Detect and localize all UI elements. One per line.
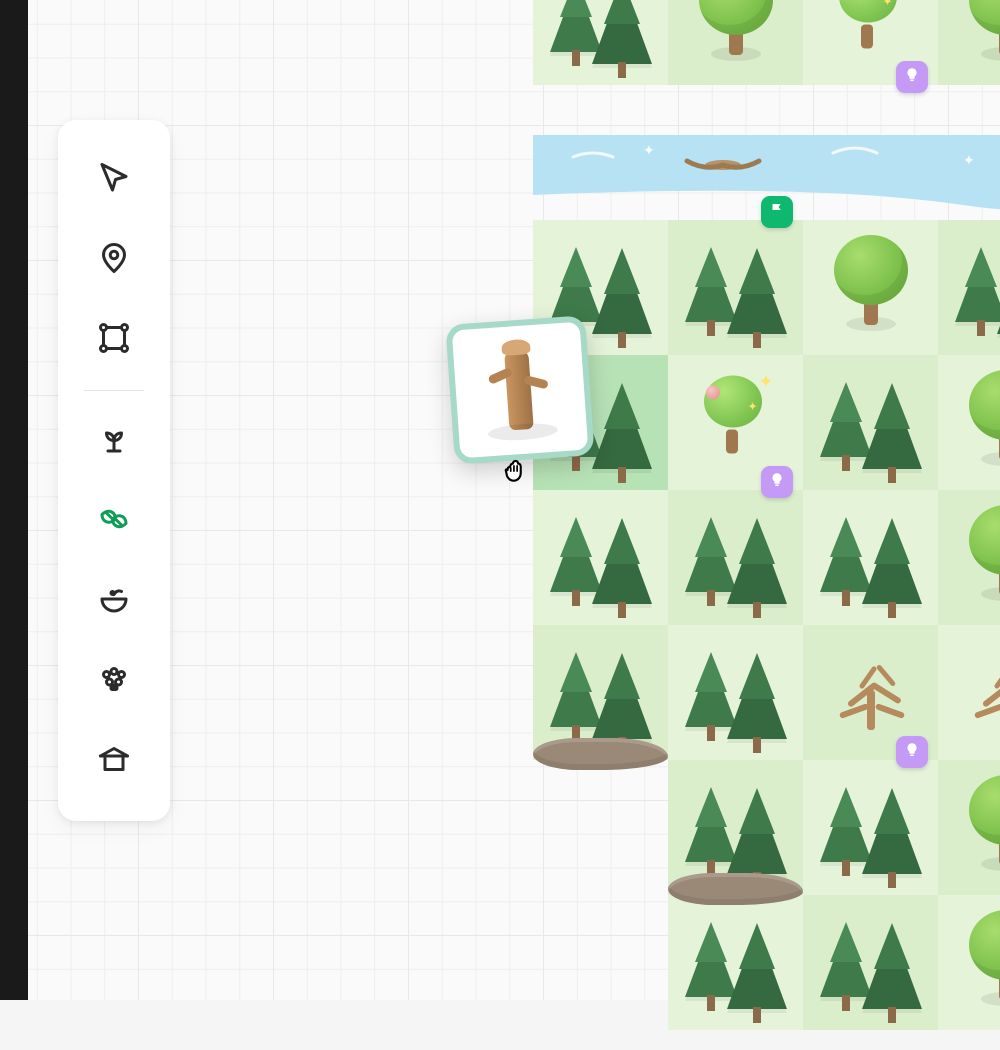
flag-icon	[768, 201, 786, 224]
map-tile[interactable]	[938, 0, 1000, 85]
map-tile[interactable]	[803, 220, 938, 355]
tool-shelter[interactable]	[78, 725, 150, 797]
map-tile[interactable]	[668, 895, 803, 1030]
map-tile[interactable]	[803, 760, 938, 895]
paw-icon	[96, 661, 132, 702]
shelter-icon	[96, 741, 132, 782]
pin-icon	[96, 240, 132, 281]
tool-shape[interactable]	[78, 304, 150, 376]
map-tile[interactable]	[938, 490, 1000, 625]
tool-leaves[interactable]	[78, 485, 150, 557]
app-left-strip	[0, 0, 28, 1000]
grabbing-cursor-icon	[498, 452, 532, 486]
map-tile[interactable]	[938, 895, 1000, 1030]
sprout-icon	[96, 421, 132, 462]
tool-paw[interactable]	[78, 645, 150, 717]
lightbulb-icon	[903, 741, 921, 764]
map-tile[interactable]	[938, 625, 1000, 760]
idea-badge[interactable]	[761, 466, 793, 498]
leaves-icon	[96, 501, 132, 542]
editor-canvas[interactable]: ✦✦✦✦✦✦	[28, 0, 1000, 1000]
map-tile[interactable]	[938, 220, 1000, 355]
tool-cursor[interactable]	[78, 144, 150, 216]
drag-preview-card[interactable]	[445, 315, 594, 464]
map-tile[interactable]	[803, 490, 938, 625]
idea-badge[interactable]	[896, 61, 928, 93]
flag-badge[interactable]	[761, 196, 793, 228]
map-tile[interactable]	[938, 760, 1000, 895]
mud-patch	[533, 738, 668, 770]
map-tile[interactable]	[668, 625, 803, 760]
lightbulb-icon	[768, 471, 786, 494]
toolbar-divider	[84, 390, 144, 391]
map-tile[interactable]	[668, 220, 803, 355]
tool-sprout[interactable]	[78, 405, 150, 477]
cursor-icon	[96, 160, 132, 201]
map-tile[interactable]	[938, 355, 1000, 490]
map-tile[interactable]	[668, 490, 803, 625]
idea-badge[interactable]	[896, 736, 928, 768]
svg-text:✦: ✦	[963, 152, 975, 168]
tool-toolbar	[58, 120, 170, 821]
map-tile[interactable]	[668, 0, 803, 85]
map-tile[interactable]	[803, 895, 938, 1030]
svg-text:✦: ✦	[643, 142, 655, 158]
bounding-box-icon	[96, 320, 132, 361]
tool-pin[interactable]	[78, 224, 150, 296]
bowl-icon	[96, 581, 132, 622]
map-tile[interactable]	[533, 490, 668, 625]
map-tile[interactable]	[803, 355, 938, 490]
map-grid[interactable]: ✦✦✦✦✦✦	[533, 0, 1000, 1050]
mud-patch	[668, 873, 803, 905]
map-tile[interactable]	[533, 0, 668, 85]
tool-bowl[interactable]	[78, 565, 150, 637]
lightbulb-icon	[903, 66, 921, 89]
